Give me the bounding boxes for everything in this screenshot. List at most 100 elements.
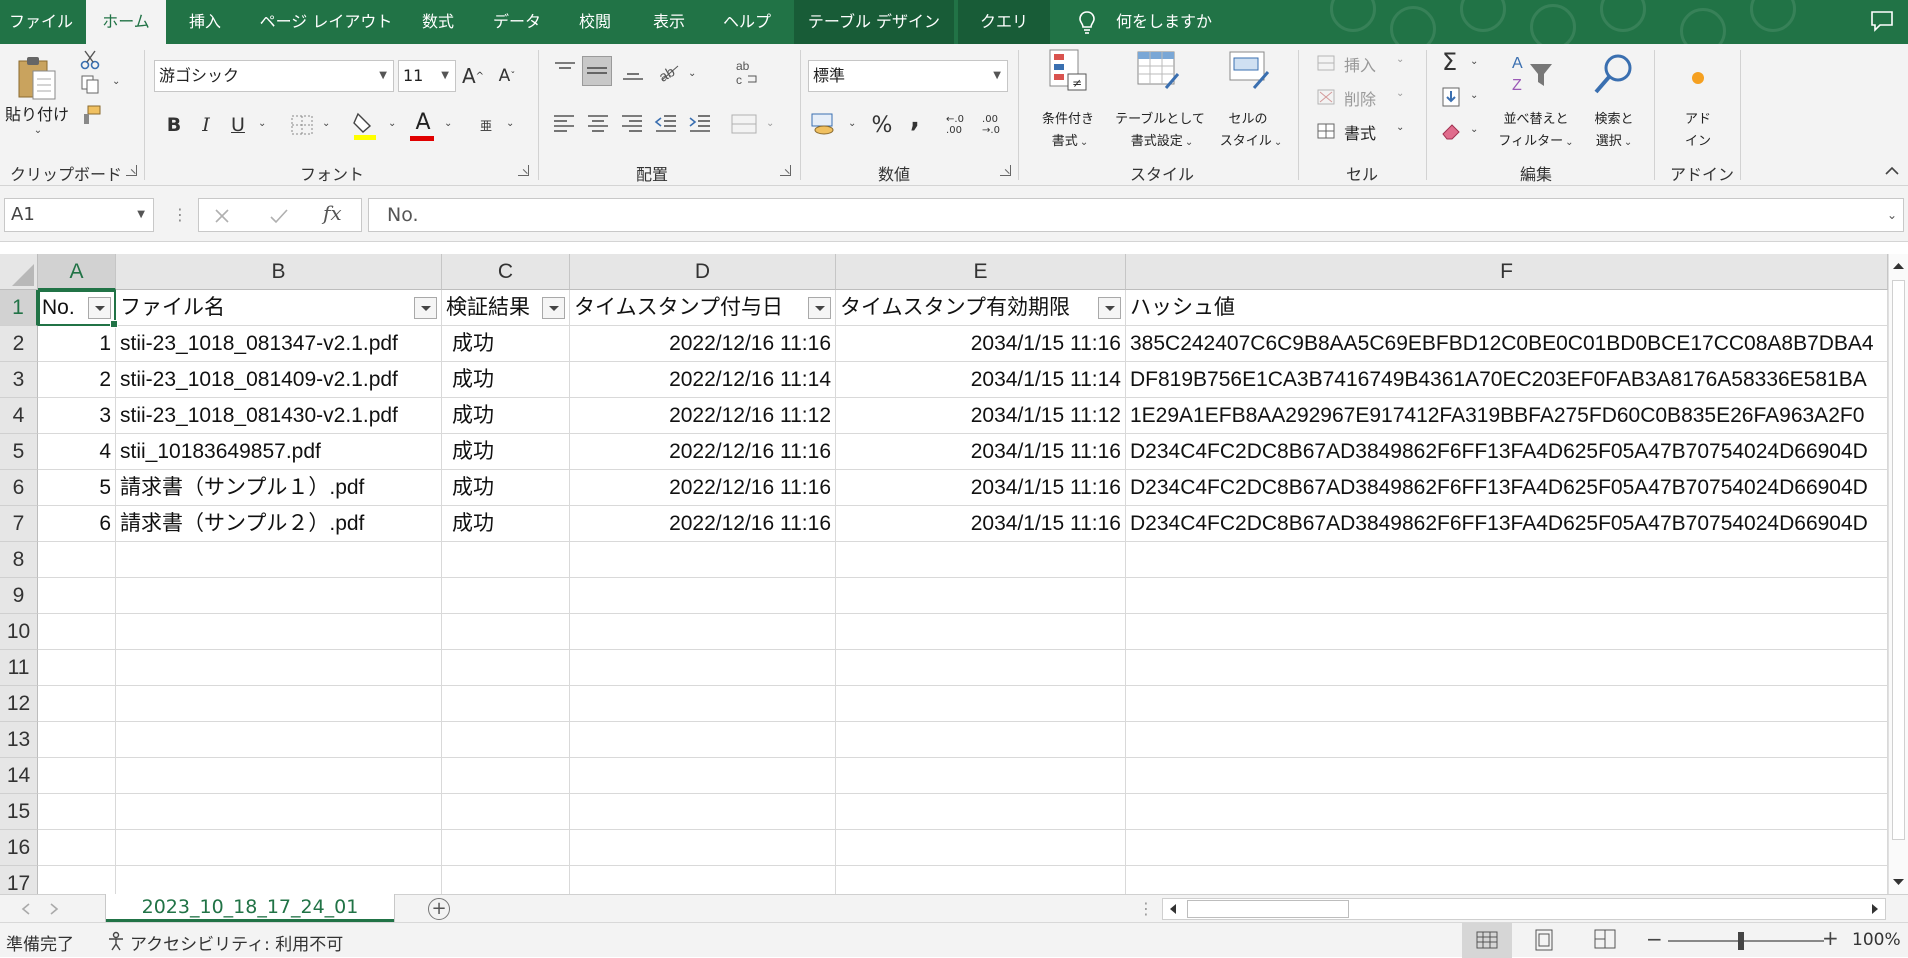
- column-header-c[interactable]: C: [442, 254, 570, 290]
- empty-cell[interactable]: [442, 722, 570, 758]
- empty-cell[interactable]: [442, 542, 570, 578]
- fill-button[interactable]: ⌄: [1440, 84, 1484, 110]
- table-cell[interactable]: 5: [38, 470, 116, 506]
- shrink-font-icon[interactable]: Aˇ: [494, 60, 520, 92]
- empty-cell[interactable]: [836, 614, 1126, 650]
- empty-cell[interactable]: [1126, 686, 1888, 722]
- tab-query[interactable]: クエリ: [958, 0, 1050, 44]
- confirm-entry-icon[interactable]: [269, 207, 289, 225]
- name-box[interactable]: A1 ▼: [4, 198, 154, 232]
- add-ins-button[interactable]: アド イン: [1664, 48, 1732, 158]
- empty-cell[interactable]: [442, 686, 570, 722]
- number-format-combo[interactable]: 標準 ▼: [808, 60, 1008, 92]
- font-name-combo[interactable]: 游ゴシック ▼: [154, 60, 394, 92]
- tab-insert[interactable]: 挿入: [172, 0, 238, 44]
- comma-style-button[interactable]: ,: [904, 104, 926, 134]
- alignment-launcher-icon[interactable]: [780, 165, 791, 176]
- tab-split-grip-icon[interactable]: ⋮: [1138, 899, 1154, 918]
- empty-cell[interactable]: [1126, 650, 1888, 686]
- tell-me-box[interactable]: 何をしますか: [1116, 0, 1216, 44]
- empty-cell[interactable]: [442, 866, 570, 894]
- empty-cell[interactable]: [116, 650, 442, 686]
- table-header-cell[interactable]: ハッシュ値: [1126, 290, 1888, 326]
- table-cell[interactable]: 385C242407C6C9B8AA5C69EBFBD12C0BE0C01BD0…: [1126, 326, 1888, 362]
- zoom-slider[interactable]: [1668, 940, 1824, 942]
- empty-cell[interactable]: [442, 578, 570, 614]
- empty-cell[interactable]: [836, 758, 1126, 794]
- scroll-right-icon[interactable]: [1867, 901, 1883, 917]
- table-cell[interactable]: 2034/1/15 11:16: [836, 470, 1126, 506]
- empty-cell[interactable]: [836, 830, 1126, 866]
- font-launcher-icon[interactable]: [518, 165, 529, 176]
- empty-cell[interactable]: [442, 830, 570, 866]
- sheet-tab-active[interactable]: 2023_10_18_17_24_01: [106, 894, 394, 922]
- number-launcher-icon[interactable]: [1000, 165, 1011, 176]
- increase-indent-icon[interactable]: [688, 112, 712, 136]
- empty-cell[interactable]: [836, 542, 1126, 578]
- horizontal-scroll-thumb[interactable]: [1187, 900, 1349, 918]
- empty-cell[interactable]: [116, 686, 442, 722]
- insert-cells-button[interactable]: 挿入 ⌄: [1316, 52, 1416, 76]
- fill-color-icon[interactable]: [352, 110, 378, 140]
- empty-cell[interactable]: [836, 794, 1126, 830]
- empty-cell[interactable]: [116, 722, 442, 758]
- align-right-icon[interactable]: [620, 112, 644, 136]
- empty-cell[interactable]: [38, 830, 116, 866]
- column-header-e[interactable]: E: [836, 254, 1126, 290]
- empty-cell[interactable]: [1126, 794, 1888, 830]
- empty-cell[interactable]: [116, 830, 442, 866]
- find-select-button[interactable]: 検索と 選択 ⌄: [1580, 48, 1648, 158]
- filter-dropdown-icon[interactable]: [808, 297, 831, 319]
- table-cell[interactable]: 2034/1/15 11:16: [836, 506, 1126, 542]
- table-cell[interactable]: 3: [38, 398, 116, 434]
- select-all-button[interactable]: [0, 254, 38, 290]
- tab-table-design[interactable]: テーブル デザイン: [794, 0, 954, 44]
- row-header-3[interactable]: 3: [0, 362, 38, 398]
- empty-cell[interactable]: [570, 794, 836, 830]
- next-sheet-icon[interactable]: [48, 902, 60, 916]
- paste-button[interactable]: 貼り付け ⌄: [5, 44, 69, 144]
- normal-view-button[interactable]: [1462, 923, 1512, 958]
- row-header-11[interactable]: 11: [0, 650, 38, 686]
- empty-cell[interactable]: [442, 650, 570, 686]
- empty-cell[interactable]: [38, 650, 116, 686]
- empty-cell[interactable]: [570, 578, 836, 614]
- increase-decimal-icon[interactable]: ←.0.00: [940, 110, 970, 140]
- zoom-slider-thumb[interactable]: [1738, 932, 1744, 950]
- zoom-out-icon[interactable]: −: [1646, 927, 1663, 951]
- filter-dropdown-icon[interactable]: [414, 297, 437, 319]
- empty-cell[interactable]: [570, 866, 836, 894]
- table-cell[interactable]: D234C4FC2DC8B67AD3849862F6FF13FA4D625F05…: [1126, 506, 1888, 542]
- table-cell[interactable]: 請求書（サンプル１）.pdf: [116, 470, 442, 506]
- empty-cell[interactable]: [570, 686, 836, 722]
- sort-filter-button[interactable]: A Z 並べ替えと フィルター ⌄: [1494, 48, 1576, 158]
- wrap-text-icon[interactable]: ab c: [734, 58, 762, 88]
- table-cell[interactable]: 2022/12/16 11:16: [570, 506, 836, 542]
- percent-style-button[interactable]: %: [868, 110, 896, 140]
- horizontal-scrollbar[interactable]: [1162, 898, 1886, 920]
- table-cell[interactable]: 2022/12/16 11:16: [570, 326, 836, 362]
- align-bottom-icon[interactable]: [620, 58, 646, 84]
- row-header-10[interactable]: 10: [0, 614, 38, 650]
- table-cell[interactable]: D234C4FC2DC8B67AD3849862F6FF13FA4D625F05…: [1126, 470, 1888, 506]
- table-cell[interactable]: 成功: [442, 398, 570, 434]
- table-cell[interactable]: 成功: [442, 470, 570, 506]
- table-cell[interactable]: DF819B756E1CA3B7416749B4361A70EC203EF0FA…: [1126, 362, 1888, 398]
- previous-sheet-icon[interactable]: [20, 902, 32, 916]
- zoom-level[interactable]: 100%: [1852, 930, 1901, 950]
- align-middle-button[interactable]: [582, 56, 612, 86]
- table-cell[interactable]: 成功: [442, 326, 570, 362]
- worksheet-grid[interactable]: ABCDEF 1 2 3 4 5 6 7 8 9 10 11 12 13 14 15 16 17 No. ファイル…: [0, 254, 1888, 894]
- merge-center-icon[interactable]: [730, 112, 758, 136]
- borders-icon[interactable]: [290, 114, 314, 136]
- empty-cell[interactable]: [1126, 866, 1888, 894]
- table-cell[interactable]: 2: [38, 362, 116, 398]
- column-header-f[interactable]: F: [1126, 254, 1888, 290]
- empty-cell[interactable]: [38, 578, 116, 614]
- empty-cell[interactable]: [1126, 614, 1888, 650]
- column-header-d[interactable]: D: [570, 254, 836, 290]
- table-header-cell[interactable]: タイムスタンプ付与日: [570, 290, 836, 326]
- align-left-icon[interactable]: [552, 112, 576, 136]
- insert-function-icon[interactable]: fx: [323, 201, 342, 225]
- format-painter-icon[interactable]: [80, 104, 102, 126]
